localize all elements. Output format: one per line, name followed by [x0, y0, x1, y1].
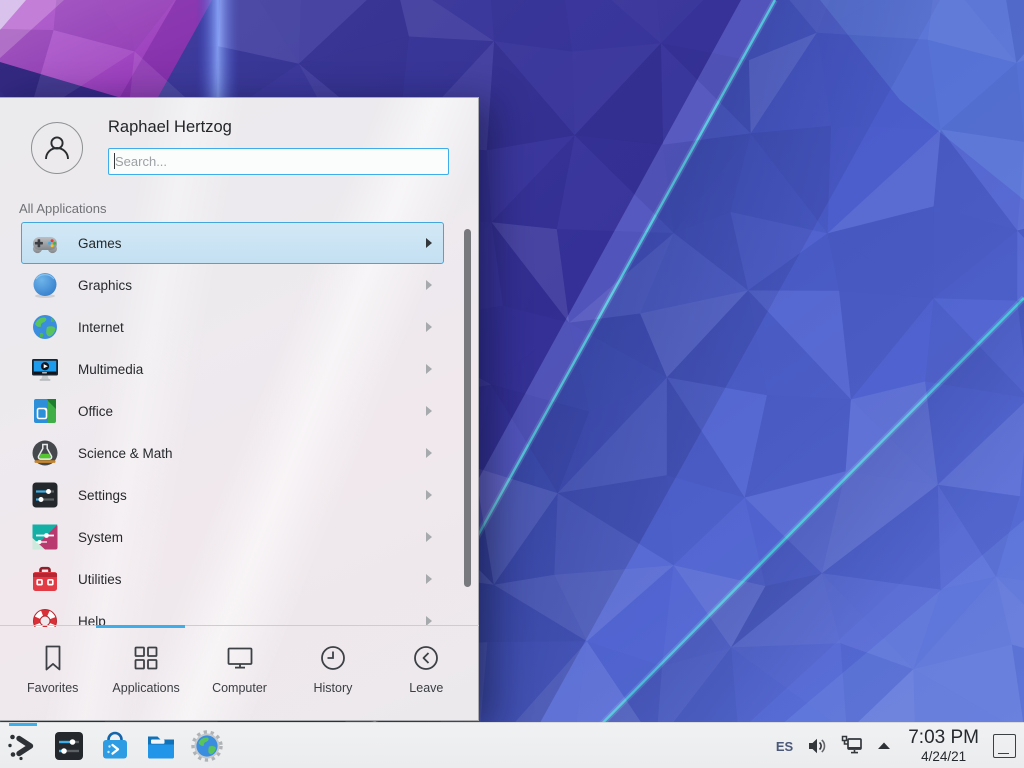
- gamepad-icon: [31, 229, 59, 257]
- category-label: Games: [78, 236, 122, 251]
- lifebuoy-icon: [31, 607, 59, 627]
- category-row-settings[interactable]: Settings: [21, 474, 444, 516]
- volume-icon[interactable]: [806, 735, 828, 757]
- show-desktop-button[interactable]: [993, 734, 1016, 758]
- submenu-arrow-icon: [426, 238, 432, 248]
- file-manager-launcher[interactable]: [138, 723, 184, 768]
- category-row-office[interactable]: Office: [21, 390, 444, 432]
- system-icon: [31, 523, 59, 551]
- category-label: Internet: [78, 320, 124, 335]
- desktop-line: [998, 753, 1009, 755]
- submenu-arrow-icon: [426, 532, 432, 542]
- clock-time: 7:03 PM: [908, 728, 979, 747]
- toolbox-icon: [31, 565, 59, 593]
- discover-launcher[interactable]: [92, 723, 138, 768]
- kickoff-icon: [6, 729, 40, 763]
- web-browser-launcher[interactable]: [184, 723, 230, 768]
- sphere-icon: [31, 271, 59, 299]
- category-row-multimedia[interactable]: Multimedia: [21, 348, 444, 390]
- clock-date: 4/24/21: [921, 750, 966, 764]
- taskbar: ES: [0, 722, 1024, 768]
- category-row-utilities[interactable]: Utilities: [21, 558, 444, 600]
- submenu-arrow-icon: [426, 322, 432, 332]
- grid-icon: [131, 643, 161, 673]
- category-row-graphics[interactable]: Graphics: [21, 264, 444, 306]
- globe-icon: [31, 313, 59, 341]
- user-avatar[interactable]: [31, 122, 83, 174]
- search-field-wrap: [108, 148, 449, 175]
- active-tab-indicator: [96, 625, 185, 628]
- category-label: Graphics: [78, 278, 132, 293]
- desktop-screen: Raphael Hertzog All Applications Games: [0, 0, 1024, 768]
- submenu-arrow-icon: [426, 406, 432, 416]
- clock-icon: [318, 643, 348, 673]
- user-icon: [40, 131, 74, 165]
- category-label: Science & Math: [78, 446, 173, 461]
- tab-leave[interactable]: Leave: [380, 626, 473, 720]
- settings-app-icon: [52, 729, 86, 763]
- user-name: Raphael Hertzog: [108, 118, 232, 137]
- tab-computer[interactable]: Computer: [193, 626, 286, 720]
- tab-applications[interactable]: Applications: [99, 626, 192, 720]
- discover-bag-icon: [98, 729, 132, 763]
- category-row-games[interactable]: Games: [21, 222, 444, 264]
- category-label: Settings: [78, 488, 127, 503]
- globe-gear-icon: [190, 729, 224, 763]
- tab-label: Computer: [212, 681, 267, 695]
- tab-label: History: [313, 681, 352, 695]
- digital-clock[interactable]: 7:03 PM 4/24/21: [908, 728, 979, 764]
- submenu-arrow-icon: [426, 490, 432, 500]
- folder-icon: [144, 729, 178, 763]
- leave-icon: [411, 643, 441, 673]
- flask-icon: [31, 439, 59, 467]
- launcher-tabbar: Favorites Applications Computer: [0, 625, 479, 720]
- tab-history[interactable]: History: [286, 626, 379, 720]
- category-label: System: [78, 530, 123, 545]
- list-scrollbar[interactable]: [464, 229, 471, 587]
- text-caret: [114, 153, 115, 169]
- search-input[interactable]: [108, 148, 449, 175]
- multimedia-icon: [31, 355, 59, 383]
- category-list: Games Graphics: [0, 222, 479, 627]
- tab-label: Applications: [112, 681, 179, 695]
- submenu-arrow-icon: [426, 448, 432, 458]
- category-row-science[interactable]: Science & Math: [21, 432, 444, 474]
- submenu-arrow-icon: [426, 364, 432, 374]
- sliders-icon: [31, 481, 59, 509]
- category-row-system[interactable]: System: [21, 516, 444, 558]
- tab-label: Leave: [409, 681, 443, 695]
- expand-tray-icon[interactable]: [876, 738, 892, 754]
- submenu-arrow-icon: [426, 280, 432, 290]
- section-label: All Applications: [19, 201, 106, 216]
- tab-label: Favorites: [27, 681, 78, 695]
- wired-network-icon[interactable]: [840, 734, 864, 758]
- category-label: Office: [78, 404, 113, 419]
- bookmark-icon: [38, 643, 68, 673]
- application-launcher-menu: Raphael Hertzog All Applications Games: [0, 97, 479, 721]
- category-label: Utilities: [78, 572, 122, 587]
- system-settings-launcher[interactable]: [46, 723, 92, 768]
- category-label: Multimedia: [78, 362, 143, 377]
- monitor-icon: [225, 643, 255, 673]
- category-row-internet[interactable]: Internet: [21, 306, 444, 348]
- kickoff-launcher-button[interactable]: [0, 723, 46, 768]
- office-icon: [31, 397, 59, 425]
- system-tray: ES: [776, 723, 1024, 768]
- active-task-indicator: [9, 723, 37, 726]
- tab-favorites[interactable]: Favorites: [6, 626, 99, 720]
- submenu-arrow-icon: [426, 574, 432, 584]
- category-row-help[interactable]: Help: [21, 600, 444, 627]
- keyboard-layout-indicator[interactable]: ES: [776, 739, 793, 754]
